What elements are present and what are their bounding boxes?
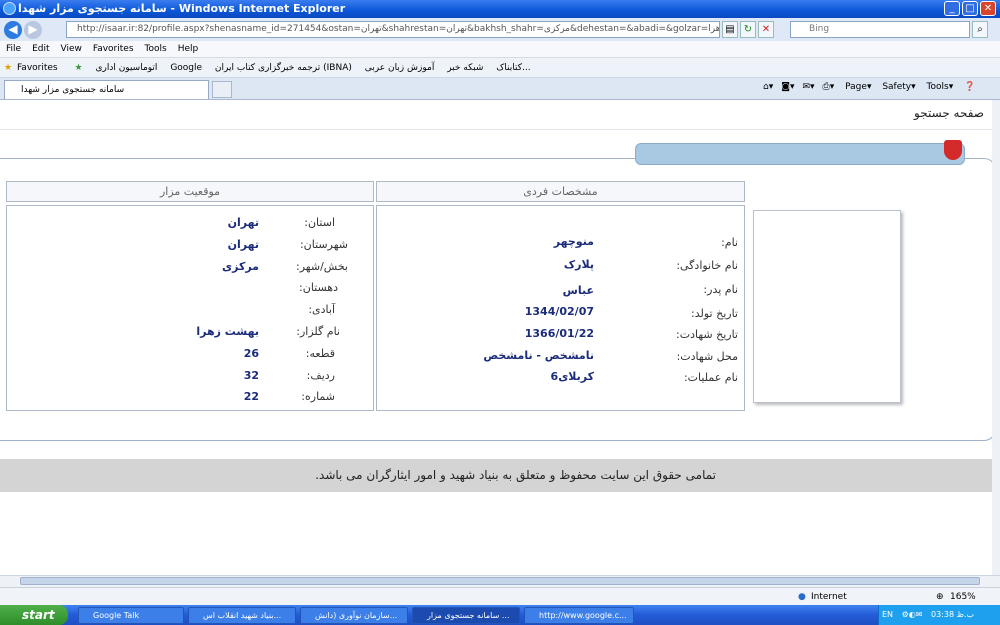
- safety-menu[interactable]: Safety: [882, 82, 911, 92]
- row-value: 32: [243, 369, 259, 382]
- print-icon[interactable]: ⎙▾: [823, 82, 835, 92]
- district-label: بخش/شهر:: [296, 260, 348, 273]
- location-header: موقعیت مزار: [6, 181, 374, 202]
- footer-text: تمامی حقوق این سایت محفوظ و متعلق به بنی…: [315, 468, 716, 482]
- village-label: آبادی:: [308, 303, 335, 316]
- taskbar-item[interactable]: Google Talk: [78, 607, 184, 624]
- favorites-star-icon: ★: [4, 63, 13, 73]
- start-button[interactable]: start: [0, 605, 68, 625]
- martyrdom-date-value: 1366/01/22: [524, 327, 594, 340]
- globe-icon: ●: [798, 592, 806, 602]
- county-value: تهران: [227, 238, 259, 251]
- martyrdom-place-value: نامشخص - نامشخص: [483, 349, 594, 362]
- window-title: سامانه جستجوی مزار شهدا - Windows Intern…: [18, 2, 346, 15]
- refresh-button[interactable]: ↻: [740, 21, 756, 38]
- father-name-value: عباس: [562, 284, 594, 297]
- divider: [0, 129, 992, 130]
- minimize-button[interactable]: _: [944, 1, 960, 16]
- personal-header: مشخصات فردی: [376, 181, 745, 202]
- feeds-icon[interactable]: ◙▾: [781, 82, 794, 92]
- location-panel: استان: تهران شهرستان: تهران بخش/شهر: مرک…: [6, 205, 374, 411]
- number-value: 22: [243, 390, 259, 403]
- home-icon[interactable]: ⌂▾: [763, 82, 773, 92]
- help-icon[interactable]: ❓: [964, 82, 975, 92]
- address-input[interactable]: http://isaar.ir:82/profile.aspx?shenasna…: [66, 21, 720, 38]
- number-label: شماره:: [301, 390, 335, 403]
- favorite-link[interactable]: خبرگزاری کتاب ایران (IBNA): [215, 63, 352, 73]
- province-value: تهران: [227, 216, 259, 229]
- tray-icons[interactable]: ⚙◐✉: [902, 610, 923, 619]
- favorites-bar: ★ Favorites ★ اتوماسیون اداری Google ترج…: [0, 58, 1000, 78]
- close-window-button[interactable]: ✕: [980, 1, 996, 16]
- favorite-link[interactable]: کتابناک: [496, 63, 522, 73]
- menu-favorites[interactable]: Favorites: [93, 41, 134, 58]
- status-bar: ● Internet ⊕ 165%: [0, 587, 1000, 605]
- menu-edit[interactable]: Edit: [32, 41, 49, 58]
- search-input[interactable]: Bing: [790, 21, 970, 38]
- martyrdom-place-label: محل شهادت:: [676, 350, 738, 363]
- clock: 03:38 ب.ظ: [931, 610, 975, 619]
- operation-label: نام عملیات:: [683, 371, 738, 384]
- favorite-link[interactable]: اتوماسیون اداری: [95, 63, 157, 73]
- menu-view[interactable]: View: [61, 41, 82, 58]
- cemetery-label: نام گلزار:: [296, 325, 340, 338]
- last-name-value: پلارک: [563, 258, 594, 271]
- section-bar: [635, 143, 965, 165]
- command-bar: ⌂▾ ◙▾ ✉▾ ⎙▾ Page▾ Safety▾ Tools▾ ❓: [763, 82, 976, 92]
- new-tab-button[interactable]: [212, 81, 232, 98]
- district-value: مرکزی: [222, 260, 259, 273]
- taskbar-item[interactable]: سازمان نوآوری (دانش...: [300, 607, 408, 624]
- menu-help[interactable]: Help: [178, 41, 199, 58]
- add-favorite-icon[interactable]: ★: [74, 63, 82, 73]
- vertical-scrollbar[interactable]: [992, 100, 1000, 575]
- first-name-label: نام:: [721, 236, 738, 249]
- favorites-button[interactable]: Favorites: [17, 63, 58, 73]
- forward-button[interactable]: ▶: [24, 21, 42, 39]
- flag-icon: [944, 140, 962, 160]
- zoom-icon[interactable]: ⊕: [936, 588, 944, 606]
- personal-panel: نام: منوچهر نام خانوادگی: پلارک نام پدر:…: [376, 205, 745, 411]
- province-label: استان:: [304, 216, 335, 229]
- back-button[interactable]: ◀: [4, 21, 22, 39]
- language-indicator[interactable]: EN: [882, 610, 893, 619]
- birth-date-value: 1344/02/07: [524, 305, 594, 318]
- page-content: صفحه جستجو موقعیت مزار استان: تهران شهرس…: [0, 100, 992, 575]
- tools-menu[interactable]: Tools: [927, 82, 949, 92]
- search-icon[interactable]: ⌕: [972, 21, 988, 38]
- county-label: شهرستان:: [299, 238, 348, 251]
- favorite-link[interactable]: شبکه خبر: [447, 63, 483, 73]
- horizontal-scroll-thumb[interactable]: [20, 577, 980, 585]
- martyrdom-date-label: تاریخ شهادت:: [676, 328, 738, 341]
- menu-file[interactable]: File: [6, 41, 21, 58]
- compat-view-icon[interactable]: ▤: [722, 21, 738, 38]
- window-titlebar: سامانه جستجوی مزار شهدا - Windows Intern…: [0, 0, 1000, 18]
- zone-label: Internet: [811, 592, 847, 602]
- maximize-button[interactable]: □: [962, 1, 978, 16]
- tab-active[interactable]: سامانه جستجوی مزار شهدا: [4, 80, 209, 99]
- father-name-label: نام پدر:: [703, 283, 738, 296]
- first-name-value: منوچهر: [553, 235, 594, 248]
- system-tray: EN ⚙◐✉ 03:38 ب.ظ: [878, 605, 1000, 625]
- row-label: ردیف:: [306, 369, 335, 382]
- photo-frame: [753, 210, 901, 403]
- menu-tools[interactable]: Tools: [145, 41, 167, 58]
- segment-label: قطعه:: [305, 347, 335, 360]
- taskbar-item[interactable]: http://www.google.c...: [524, 607, 634, 624]
- taskbar-item-active[interactable]: سامانه جستجوی مزار ...: [412, 607, 520, 624]
- operation-value: کربلای6: [550, 370, 594, 383]
- cemetery-value: بهشت زهرا: [196, 325, 259, 338]
- segment-value: 26: [243, 347, 259, 360]
- page-menu[interactable]: Page: [845, 82, 867, 92]
- zoom-level[interactable]: 165%: [950, 588, 976, 606]
- menu-bar: File Edit View Favorites Tools Help: [0, 41, 1000, 58]
- last-name-label: نام خانوادگی:: [676, 259, 738, 272]
- ie-logo-icon: [3, 2, 16, 15]
- stop-button[interactable]: ✕: [758, 21, 774, 38]
- mail-icon[interactable]: ✉▾: [802, 82, 814, 92]
- taskbar-item[interactable]: بنیاد شهید انقلاب اس...: [188, 607, 296, 624]
- rural-district-label: دهستان:: [299, 281, 338, 294]
- page-heading: صفحه جستجو: [914, 106, 984, 120]
- birth-date-label: تاریخ تولد:: [691, 307, 738, 320]
